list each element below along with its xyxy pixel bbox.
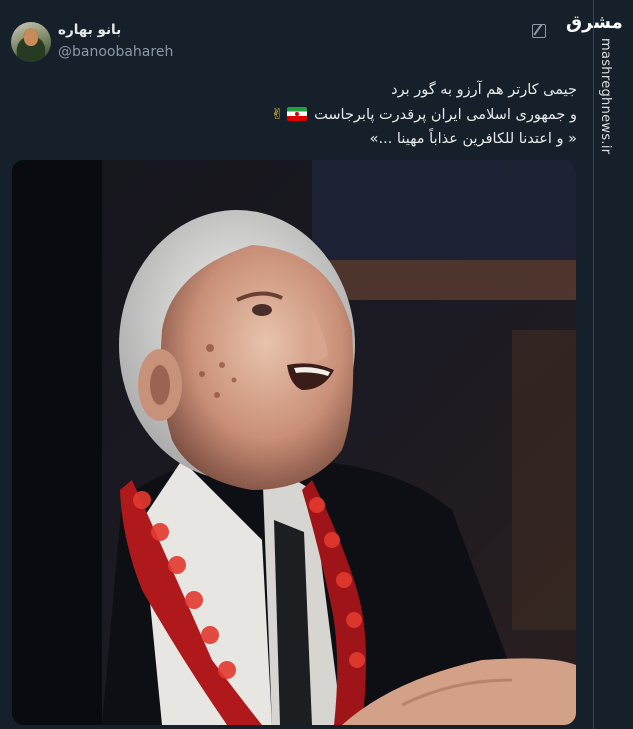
tweet-text: جیمی کارتر هم آرزو به گور برد و جمهوری ا… [57, 78, 577, 151]
author-display-name[interactable]: بانو بهاره [58, 22, 121, 38]
victory-hand-icon: ✌ [270, 105, 284, 123]
tweet-line-2-text: و جمهوری اسلامی ایران پرقدرت پابرجاست [314, 107, 577, 123]
avatar[interactable] [11, 22, 51, 62]
tweet-photo[interactable] [12, 160, 576, 725]
tweet-line-2: و جمهوری اسلامی ایران پرقدرت پابرجاست ✌ [57, 102, 577, 127]
site-logo: مشرق [566, 12, 623, 33]
author-handle[interactable]: @banoobahareh [58, 44, 173, 60]
avatar-face [24, 29, 38, 46]
edit-icon[interactable] [532, 24, 546, 38]
site-watermark: mashreghnews.ir [598, 38, 613, 155]
iran-flag-icon [286, 107, 307, 121]
tweet-line-1: جیمی کارتر هم آرزو به گور برد [391, 82, 577, 98]
column-divider [593, 0, 594, 729]
tweet-line-3: « و اعتدنا للکافرین عذاباً مهینا ...» [369, 131, 577, 147]
tweet-photo-illustration [12, 160, 576, 725]
